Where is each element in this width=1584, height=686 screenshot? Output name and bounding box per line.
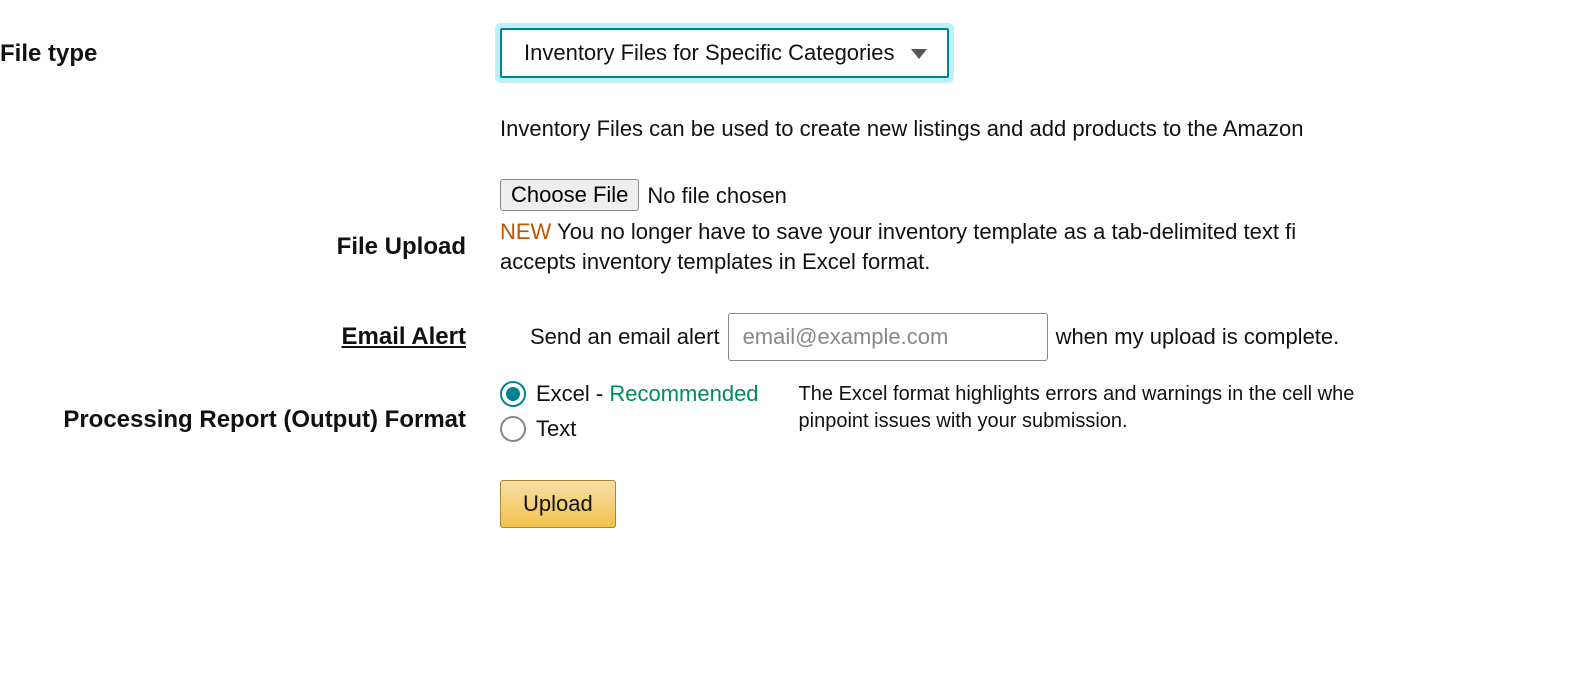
radio-selected-icon — [500, 381, 526, 407]
report-format-option-text[interactable]: Text — [500, 414, 759, 444]
file-upload-note1-text: You no longer have to save your inventor… — [551, 219, 1296, 244]
recommended-badge: Recommended — [609, 381, 758, 406]
report-format-radio-group: Excel - Recommended Text — [500, 379, 759, 444]
report-format-help: The Excel format highlights errors and w… — [799, 379, 1355, 435]
email-alert-row: Email Alert Send an email alert when my … — [0, 313, 1584, 361]
report-format-help-line1: The Excel format highlights errors and w… — [799, 381, 1355, 408]
no-file-chosen-text: No file chosen — [647, 181, 786, 211]
report-format-excel-text: Excel - — [536, 381, 609, 406]
file-type-selected-value: Inventory Files for Specific Categories — [524, 38, 895, 68]
report-format-row: Processing Report (Output) Format Excel … — [0, 379, 1584, 444]
file-type-description: Inventory Files can be used to create ne… — [500, 114, 1584, 144]
upload-button-row: Upload — [0, 480, 1584, 528]
report-format-option-excel[interactable]: Excel - Recommended — [500, 379, 759, 409]
radio-unselected-icon — [500, 416, 526, 442]
report-format-help-line2: pinpoint issues with your submission. — [799, 408, 1355, 435]
file-type-row: File type Inventory Files for Specific C… — [0, 28, 1584, 143]
new-badge: NEW — [500, 219, 551, 244]
email-alert-label: Email Alert — [0, 321, 500, 353]
report-format-text-text: Text — [536, 414, 576, 444]
file-upload-note-line2: accepts inventory templates in Excel for… — [500, 247, 1584, 277]
email-alert-prefix: Send an email alert — [500, 322, 720, 352]
file-upload-note-line1: NEW You no longer have to save your inve… — [500, 217, 1584, 247]
upload-button[interactable]: Upload — [500, 480, 616, 528]
chevron-down-icon — [911, 49, 927, 59]
choose-file-button[interactable]: Choose File — [500, 179, 639, 211]
file-type-label: File type — [0, 28, 500, 80]
report-format-label: Processing Report (Output) Format — [0, 386, 500, 436]
upload-form: File type Inventory Files for Specific C… — [0, 0, 1584, 528]
email-alert-suffix: when my upload is complete. — [1056, 322, 1340, 352]
file-upload-label: File Upload — [0, 193, 500, 263]
email-alert-input[interactable] — [728, 313, 1048, 361]
file-type-select[interactable]: Inventory Files for Specific Categories — [500, 28, 949, 78]
file-upload-row: File Upload Choose File No file chosen N… — [0, 179, 1584, 276]
